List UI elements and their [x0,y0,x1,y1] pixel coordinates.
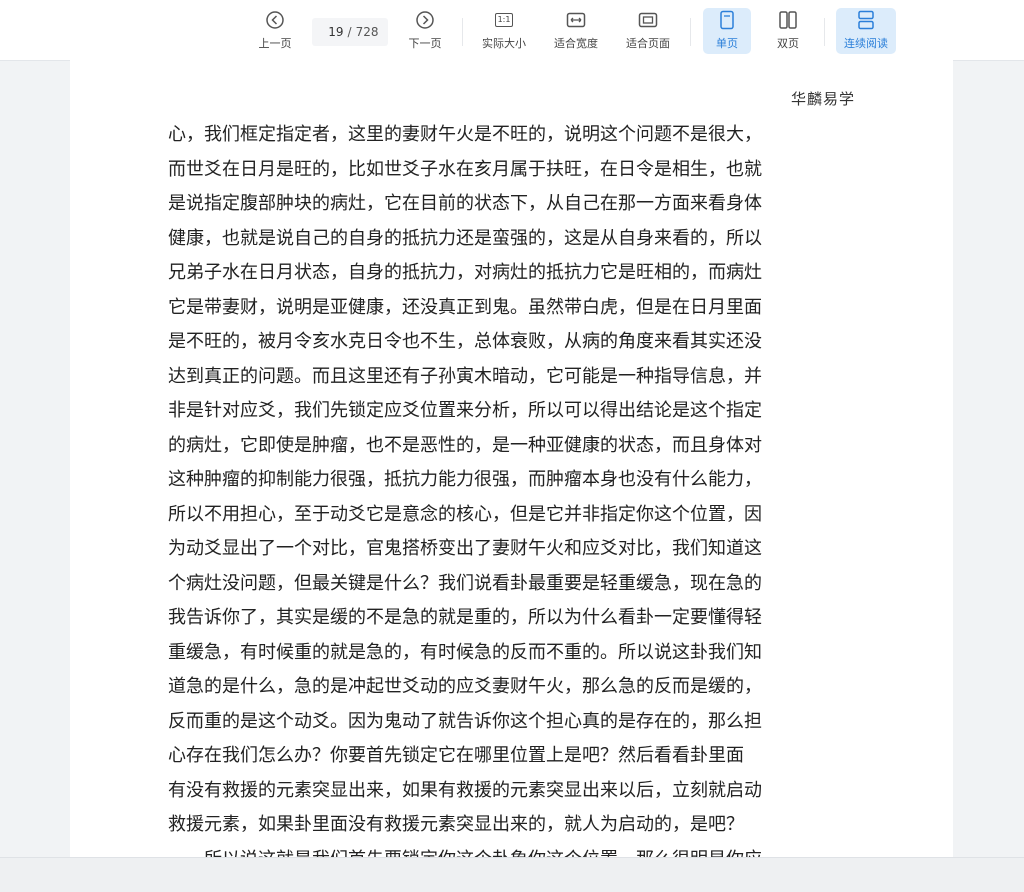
toolbar-divider [462,18,463,46]
single-page-button[interactable]: 单页 [703,8,751,54]
next-page-button[interactable]: 下一页 [404,8,446,54]
text-line: 个病灶没问题，但最关键是什么？我们说看卦最重要是轻重缓急，现在急的 [168,572,762,594]
text-line: 我告诉你了，其实是缓的不是急的就是重的，所以为什么看卦一定要懂得轻 [168,607,762,628]
bottom-scroll-area [0,857,1024,892]
chevron-left-circle-icon [265,8,285,32]
text-line: 反而重的是这个动爻。因为鬼动了就告诉你这个担心真的是存在的，那么担 [168,710,762,732]
double-page-label: 双页 [777,37,799,50]
fit-page-button[interactable]: 适合页面 [620,8,676,54]
text-line: 心存在我们怎么办？你要首先锁定它在哪里位置上是吧？然后看看卦里面 [168,745,744,766]
reader-toolbar: 上一页 / 728 下一页 1:1 实际大小 适合宽度 适合页面 [0,0,1024,61]
fit-width-button[interactable]: 适合宽度 [548,8,604,54]
text-line: 所以不用担心，至于动爻它是意念的核心，但是它并非指定你这个位置，因 [168,503,762,525]
text-line: 为动爻显出了一个对比，官鬼搭桥变出了妻财午火和应爻对比，我们知道这 [168,538,762,559]
prev-page-label: 上一页 [258,37,292,50]
page-separator: / [347,25,352,39]
continuous-reading-label: 连续阅读 [844,37,888,50]
text-line: 救援元素，如果卦里面没有救援元素突显出来的，就人为启动的，是吧？ [168,814,744,835]
text-line: 兄弟子水在日月状态，自身的抵抗力，对病灶的抵抗力它是旺相的，而病灶 [168,262,762,283]
actual-size-icon: 1:1 [494,8,514,32]
toolbar-divider [824,18,825,46]
page-header-mark: 华麟易学 [790,90,855,108]
document-page: 华麟易学 心，我们框定指定者，这里的妻财午火是不旺的，说明这个问题不是很大， 而… [70,60,953,857]
fit-page-icon [638,8,658,32]
text-line: 非是针对应爻，我们先锁定应爻位置来分析，所以可以得出结论是这个指定 [168,400,762,421]
text-line: 健康，也就是说自己的自身的抵抗力还是蛮强的，这是从自身来看的，所以 [168,227,762,249]
fit-width-icon [566,8,586,32]
continuous-reading-icon [857,8,875,32]
total-pages: 728 [355,25,379,39]
actual-size-button[interactable]: 1:1 实际大小 [476,8,532,54]
text-line: 心，我们框定指定者，这里的妻财午火是不旺的，说明这个问题不是很大， [168,124,762,145]
text-line: 是不旺的，被月令亥水克日令也不生，总体衰败，从病的角度来看其实还没 [168,331,762,352]
fit-page-label: 适合页面 [626,37,670,50]
chevron-right-circle-icon [415,8,435,32]
text-line: 所以说这就是我们首先要锁定你这个卦象你这个位置，那么很明显你应 [168,843,858,858]
text-line: 的病灶，它即使是肿瘤，也不是恶性的，是一种亚健康的状态，而且身体对 [168,434,762,456]
single-page-label: 单页 [716,37,738,50]
page-number-input[interactable] [321,25,344,39]
double-page-icon [778,8,798,32]
text-line: 它是带妻财，说明是亚健康，还没真正到鬼。虽然带白虎，但是在日月里面 [168,296,762,318]
page-indicator: / 728 [312,18,388,46]
actual-size-label: 实际大小 [482,37,526,50]
continuous-reading-button[interactable]: 连续阅读 [836,8,896,54]
text-line: 道急的是什么，急的是冲起世爻动的应爻妻财午火，那么急的反而是缓的， [168,676,762,697]
text-line: 而世爻在日月是旺的，比如世爻子水在亥月属于扶旺，在日令是相生，也就 [168,158,762,180]
single-page-icon [719,8,735,32]
page-body-text: 心，我们框定指定者，这里的妻财午火是不旺的，说明这个问题不是很大， 而世爻在日月… [168,118,858,857]
next-page-label: 下一页 [408,37,442,50]
text-line: 重缓急，有时候重的就是急的，有时候急的反而不重的。所以说这卦我们知 [168,641,762,663]
actual-size-icon-text: 1:1 [494,13,514,27]
prev-page-button[interactable]: 上一页 [254,8,296,54]
text-line: 这种肿瘤的抑制能力很强，抵抗力能力很强，而肿瘤本身也没有什么能力， [168,469,762,490]
toolbar-divider [690,18,691,46]
text-line: 有没有救援的元素突显出来，如果有救援的元素突显出来以后，立刻就启动 [168,779,762,801]
text-line: 是说指定腹部肿块的病灶，它在目前的状态下，从自己在那一方面来看身体 [168,193,762,214]
fit-width-label: 适合宽度 [554,37,598,50]
text-line: 达到真正的问题。而且这里还有子孙寅木暗动，它可能是一种指导信息，并 [168,365,762,387]
double-page-button[interactable]: 双页 [764,8,812,54]
